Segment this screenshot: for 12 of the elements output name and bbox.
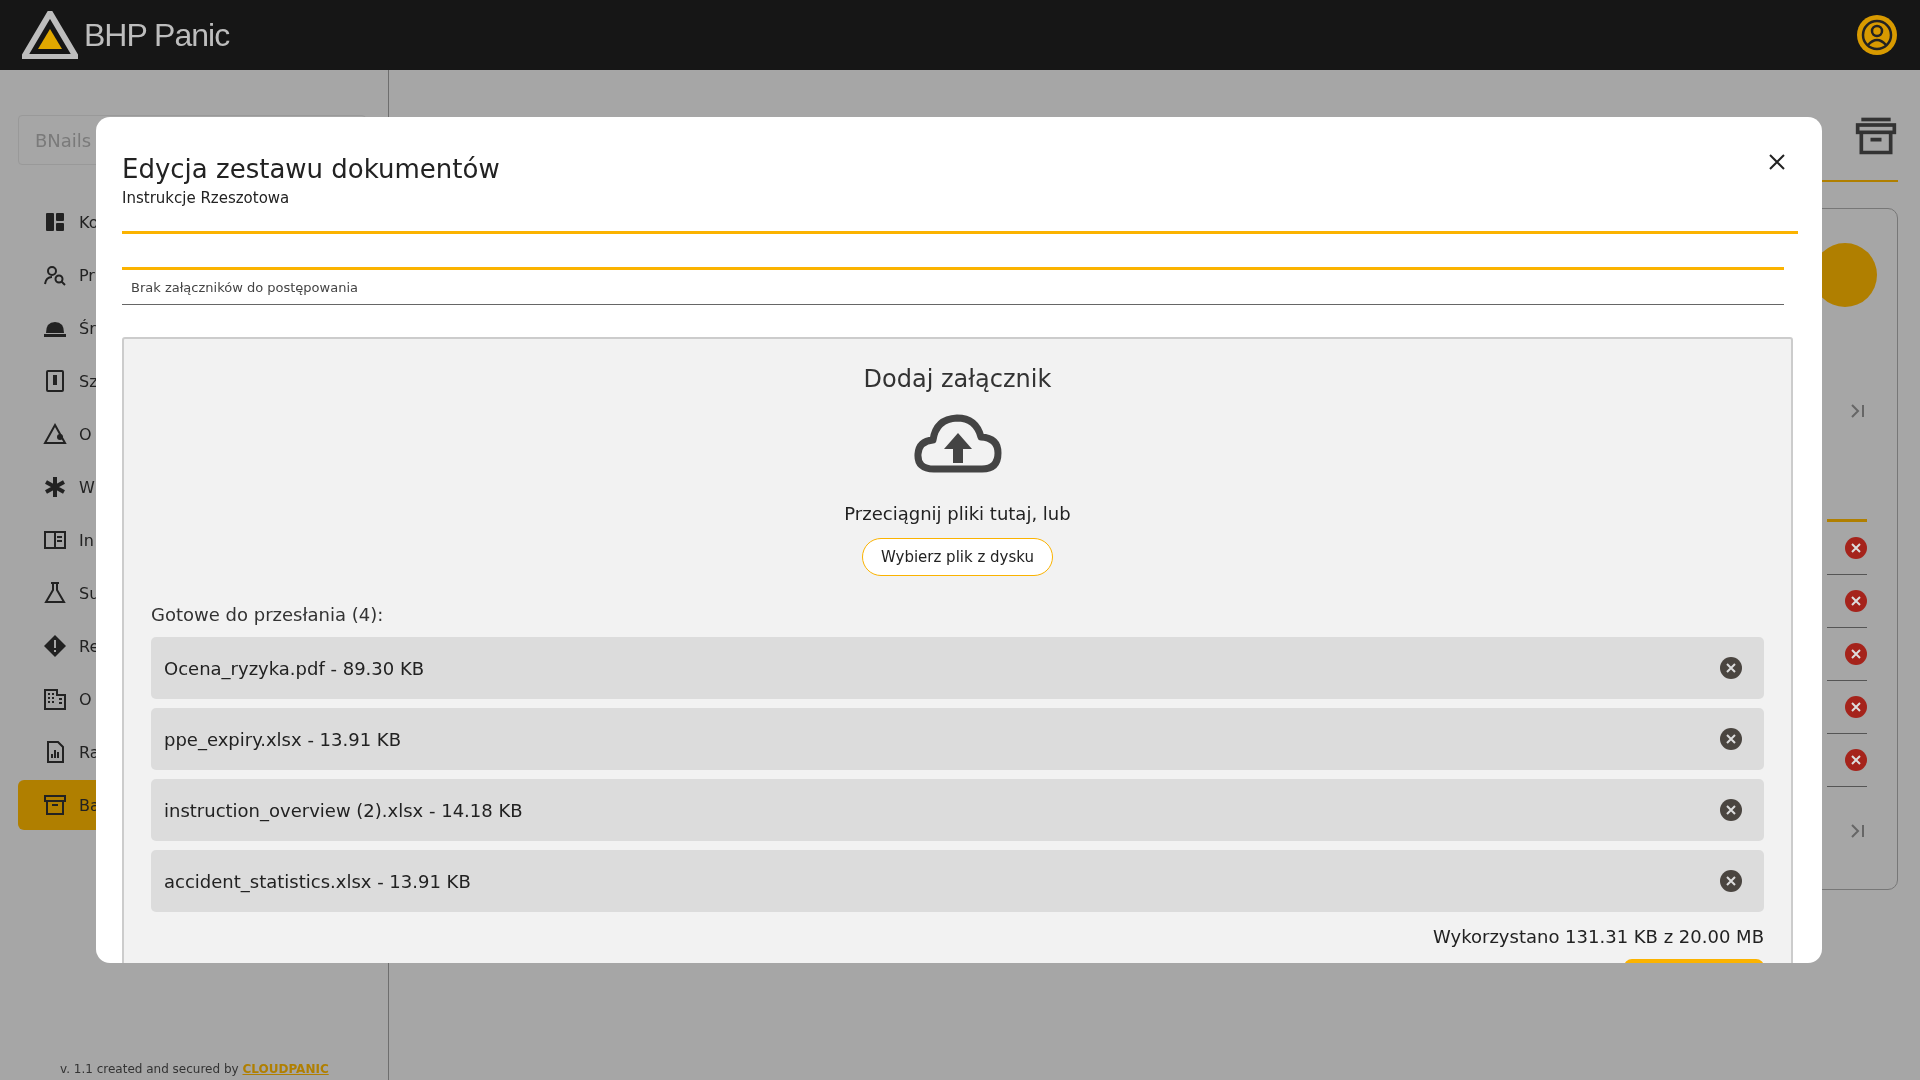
modal-subtitle: Instrukcje Rzeszotowa xyxy=(122,189,291,207)
footer-text: v. 1.1 created and secured by xyxy=(60,1062,239,1076)
file-name: instruction_overview (2).xlsx - 14.18 KB xyxy=(164,799,523,821)
file-name: ppe_expiry.xlsx - 13.91 KB xyxy=(164,728,401,750)
file-name: Ocena_ryzyka.pdf - 89.30 KB xyxy=(164,657,425,679)
upload-heading: Dodaj załącznik xyxy=(863,365,1052,393)
logo-text: BHP Panic xyxy=(84,16,230,54)
modal-title: Edycja zestawu dokumentów xyxy=(122,153,500,185)
file-name: accident_statistics.xlsx - 13.91 KB xyxy=(164,870,471,892)
queue-label: Gotowe do przesłania (4): xyxy=(151,604,385,625)
drop-hint: Przeciągnij pliki tutaj, lub xyxy=(844,503,1071,524)
usage-text: Wykorzystano 131.31 KB z 20.00 MB xyxy=(1433,926,1764,947)
